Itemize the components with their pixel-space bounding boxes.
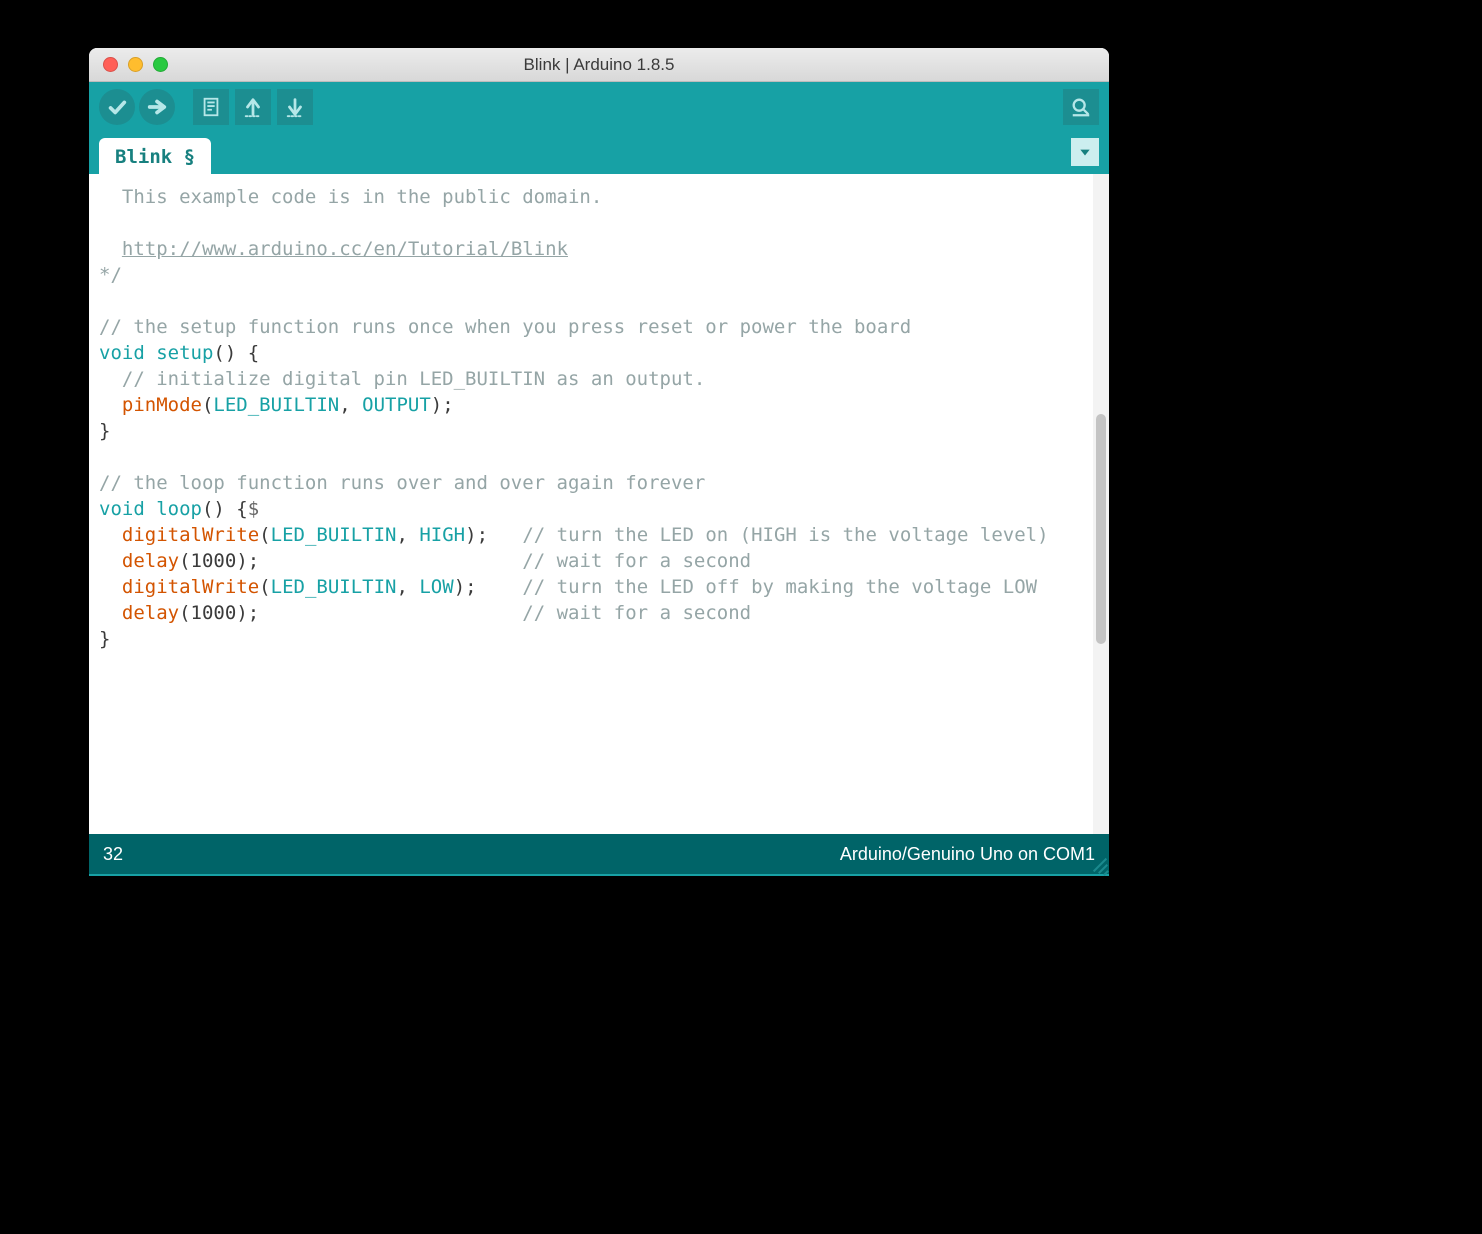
open-sketch-button[interactable]	[235, 89, 271, 125]
new-sketch-button[interactable]	[193, 89, 229, 125]
constant: HIGH	[419, 524, 465, 546]
resize-corner-icon[interactable]	[1091, 856, 1107, 872]
code-comment: */	[99, 264, 122, 286]
scroll-thumb[interactable]	[1096, 414, 1106, 644]
minimize-window-button[interactable]	[128, 57, 143, 72]
code-comment: // the loop function runs over and over …	[99, 472, 705, 494]
keyword: void	[99, 342, 145, 364]
upload-button[interactable]	[139, 89, 175, 125]
function-call: pinMode	[122, 394, 202, 416]
close-window-button[interactable]	[103, 57, 118, 72]
code-editor[interactable]: This example code is in the public domai…	[89, 174, 1093, 846]
arrow-up-icon	[242, 96, 264, 118]
save-sketch-button[interactable]	[277, 89, 313, 125]
tab-bar: Blink §	[89, 132, 1109, 174]
file-icon	[200, 96, 222, 118]
code-comment: // turn the LED off by making the voltag…	[522, 576, 1037, 598]
toolbar	[89, 82, 1109, 132]
constant: OUTPUT	[362, 394, 431, 416]
check-icon	[106, 96, 128, 118]
serial-monitor-button[interactable]	[1063, 89, 1099, 125]
constant: LED_BUILTIN	[213, 394, 339, 416]
cursor-position: $	[248, 498, 259, 520]
function-call: delay	[122, 602, 179, 624]
window-title: Blink | Arduino 1.8.5	[524, 55, 675, 75]
code-comment: // initialize digital pin LED_BUILTIN as…	[99, 368, 705, 390]
function-call: delay	[122, 550, 179, 572]
vertical-scrollbar[interactable]	[1093, 174, 1109, 846]
code-comment: // wait for a second	[522, 602, 751, 624]
board-port-info: Arduino/Genuino Uno on COM1	[840, 844, 1095, 865]
constant: LOW	[419, 576, 453, 598]
sketch-tab[interactable]: Blink §	[99, 138, 211, 174]
code-comment: // the setup function runs once when you…	[99, 316, 911, 338]
status-bar: 32 Arduino/Genuino Uno on COM1	[89, 834, 1109, 874]
function-call: digitalWrite	[122, 524, 259, 546]
arrow-down-icon	[284, 96, 306, 118]
verify-button[interactable]	[99, 89, 135, 125]
code-comment: // wait for a second	[522, 550, 751, 572]
chevron-down-icon	[1078, 145, 1092, 159]
function-call: digitalWrite	[122, 576, 259, 598]
titlebar[interactable]: Blink | Arduino 1.8.5	[89, 48, 1109, 82]
maximize-window-button[interactable]	[153, 57, 168, 72]
window-controls	[89, 57, 168, 72]
editor-area: This example code is in the public domai…	[89, 174, 1109, 846]
line-number: 32	[103, 844, 123, 865]
arduino-ide-window: Blink | Arduino 1.8.5 Blink § This examp…	[89, 48, 1109, 876]
keyword: void	[99, 498, 145, 520]
search-icon	[1070, 96, 1092, 118]
arrow-right-icon	[146, 96, 168, 118]
tab-menu-button[interactable]	[1071, 138, 1099, 166]
code-comment: This example code is in the public domai…	[99, 186, 602, 208]
tutorial-link[interactable]: http://www.arduino.cc/en/Tutorial/Blink	[122, 238, 568, 260]
code-comment: // turn the LED on (HIGH is the voltage …	[522, 524, 1048, 546]
